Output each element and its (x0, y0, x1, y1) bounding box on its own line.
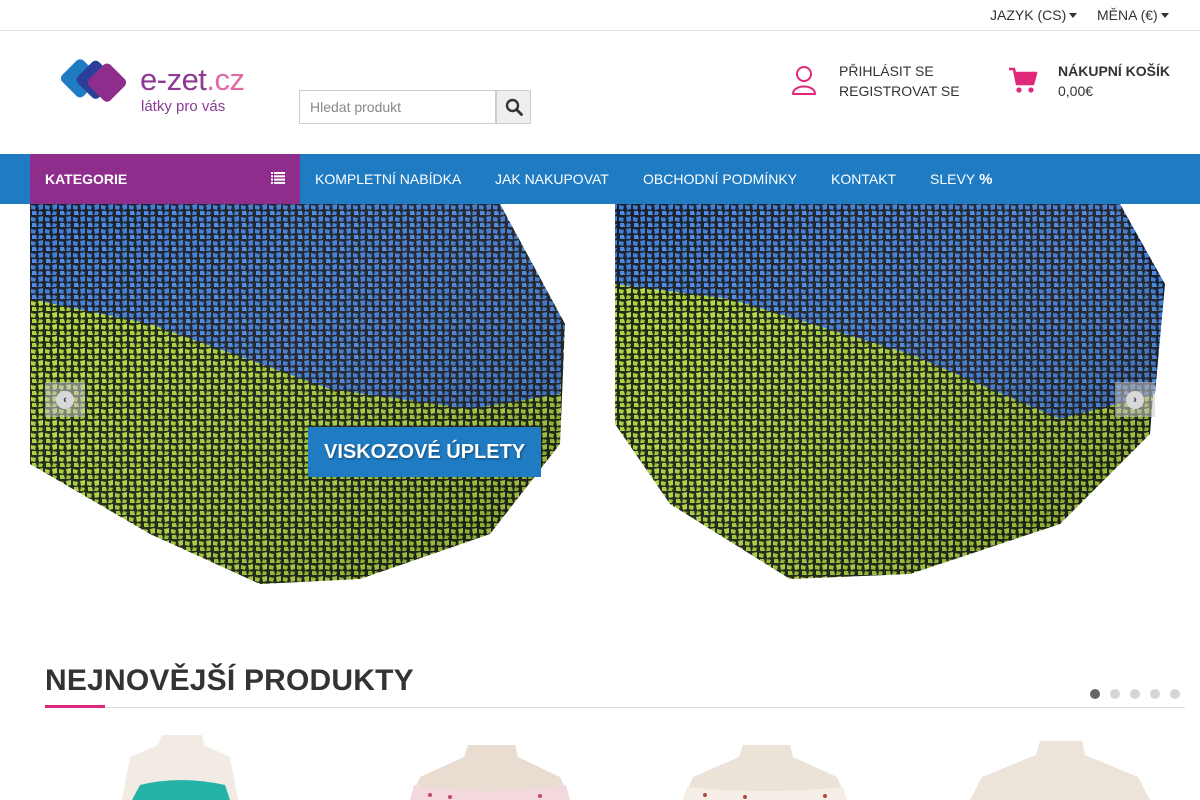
slider-next-button[interactable]: › (1115, 382, 1155, 417)
pager-dot[interactable] (1130, 689, 1140, 699)
section-title-newest: NEJNOVĚJŠÍ PRODUKTY (45, 664, 414, 697)
slider-prev-button[interactable]: ‹ (45, 382, 85, 417)
cart-summary[interactable]: NÁKUPNÍ KOŠÍK 0,00€ (1058, 61, 1170, 101)
register-link[interactable]: REGISTROVAT SE (839, 81, 960, 101)
list-icon (271, 172, 285, 184)
categories-menu-button[interactable]: KATEGORIE (30, 154, 300, 204)
product-card[interactable] (960, 735, 1160, 800)
discounts-label: SLEVY (930, 171, 976, 187)
section-divider (45, 707, 1185, 708)
carousel-pager (1090, 689, 1180, 699)
pager-dot[interactable] (1110, 689, 1120, 699)
pager-dot[interactable] (1150, 689, 1160, 699)
account-links: PŘIHLÁSIT SE REGISTROVAT SE (839, 61, 960, 101)
fabric-rolls-image (30, 204, 1165, 584)
search-icon (505, 98, 523, 116)
nav-item-terms[interactable]: OBCHODNÍ PODMÍNKY (643, 154, 797, 204)
cart-title: NÁKUPNÍ KOŠÍK (1058, 63, 1171, 79)
caret-down-icon (1069, 13, 1078, 18)
slide-caption-link[interactable]: VISKOZOVÉ ÚPLETY (308, 427, 542, 477)
pager-dot[interactable] (1170, 689, 1180, 699)
section-title-accent (45, 705, 105, 708)
pager-dot[interactable] (1090, 689, 1100, 699)
language-label: JAZYK (CS) (990, 7, 1067, 23)
logo-mark-icon (60, 59, 127, 102)
caret-down-icon (1160, 13, 1169, 18)
product-image (410, 745, 570, 800)
login-link[interactable]: PŘIHLÁSIT SE (839, 61, 960, 81)
percent-icon: % (979, 170, 993, 188)
product-image (970, 741, 1150, 800)
product-card[interactable] (80, 735, 280, 800)
nav-item-how-to-buy[interactable]: JAK NAKUPOVAT (495, 154, 609, 204)
top-bar: JAZYK (CS) MĚNA (€) (0, 0, 1200, 31)
cart-total: 0,00€ (1058, 83, 1094, 99)
nav-item-complete-offer[interactable]: KOMPLETNÍ NABÍDKA (315, 154, 461, 204)
chevron-right-icon: › (1126, 390, 1144, 409)
site-logo[interactable]: e-zet.cz látky pro vás (50, 52, 265, 122)
hero-slider[interactable]: ‹ › VISKOZOVÉ ÚPLETY (30, 204, 1170, 604)
search-button[interactable] (496, 90, 531, 124)
language-dropdown[interactable]: JAZYK (CS) (990, 7, 1078, 23)
currency-label: MĚNA (€) (1097, 7, 1158, 23)
currency-dropdown[interactable]: MĚNA (€) (1097, 7, 1169, 23)
search-input[interactable] (299, 90, 496, 124)
product-card[interactable] (665, 735, 865, 800)
user-icon[interactable] (790, 64, 818, 96)
main-navigation: KATEGORIE KOMPLETNÍ NABÍDKA JAK NAKUPOVA… (0, 154, 1200, 204)
product-image (683, 745, 847, 800)
categories-label: KATEGORIE (45, 171, 128, 187)
logo-wordmark: e-zet.cz (140, 62, 245, 97)
logo-tagline: látky pro vás (141, 98, 226, 115)
nav-item-contact[interactable]: KONTAKT (831, 154, 896, 204)
shopping-cart-icon[interactable] (1008, 66, 1038, 94)
product-card[interactable] (390, 735, 590, 800)
nav-item-discounts[interactable]: SLEVY % (930, 154, 992, 204)
chevron-left-icon: ‹ (56, 390, 74, 409)
product-image (122, 735, 238, 800)
